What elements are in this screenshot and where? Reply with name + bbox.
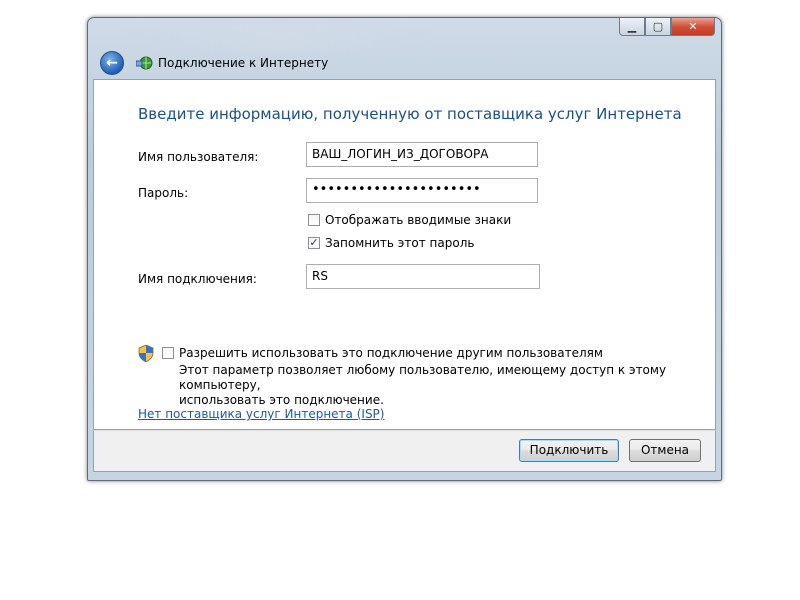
back-arrow-icon: ← [106,55,118,71]
wizard-footer: Подключить Отмена [93,430,716,472]
share-description: Этот параметр позволяет любому пользоват… [179,363,699,408]
window-controls: ▁ ▢ ✕ [619,18,715,38]
password-label: Пароль: [138,186,188,200]
username-field[interactable]: ВАШ_ЛОГИН_ИЗ_ДОГОВОРА [306,142,538,167]
share-connection-checkbox[interactable] [162,347,174,359]
connect-button[interactable]: Подключить [519,439,619,462]
close-icon: ✕ [688,20,698,33]
remember-password-label[interactable]: Запомнить этот пароль [325,236,474,250]
minimize-button[interactable]: ▁ [619,18,645,36]
back-button[interactable]: ← [100,51,124,75]
username-label: Имя пользователя: [138,150,258,164]
share-description-line1: Этот параметр позволяет любому пользоват… [179,363,667,392]
connection-name-label-text: Имя подключения: [138,272,257,286]
connection-wizard-window: ▁ ▢ ✕ ← Подключение к Интернету Введите … [87,17,722,481]
close-button[interactable]: ✕ [671,18,715,36]
show-chars-checkbox[interactable] [308,214,320,226]
remember-password-checkbox[interactable]: ✓ [308,237,320,249]
wizard-content: Введите информацию, полученную от постав… [93,79,716,430]
minimize-icon: ▁ [627,20,637,33]
network-connection-icon [136,56,153,70]
uac-shield-icon [138,345,154,362]
checkmark-icon: ✓ [309,236,319,249]
share-connection-label[interactable]: Разрешить использовать это подключение д… [179,346,603,360]
page-title: Введите информацию, полученную от постав… [138,105,682,123]
password-value: •••••••••••••••••••••• [312,182,481,197]
password-label-text: Пароль: [138,186,189,200]
connection-name-field[interactable]: RS [306,264,540,289]
window-title: Подключение к Интернету [158,56,329,70]
connection-name-value: RS [312,269,328,283]
show-chars-label[interactable]: Отображать вводимые знаки [325,213,511,227]
connection-name-label: Имя подключения: [138,272,257,286]
maximize-icon: ▢ [652,20,664,33]
cancel-button[interactable]: Отмена [629,439,701,462]
window-frame-blur [128,24,428,50]
no-isp-link[interactable]: Нет поставщика услуг Интернета (ISP) [138,407,384,421]
username-value: ВАШ_ЛОГИН_ИЗ_ДОГОВОРА [312,147,489,161]
username-label-text: Имя пользователя: [138,150,259,164]
share-description-line2: использовать это подключение. [179,393,384,407]
password-field[interactable]: •••••••••••••••••••••• [306,178,538,203]
maximize-button[interactable]: ▢ [645,18,671,36]
